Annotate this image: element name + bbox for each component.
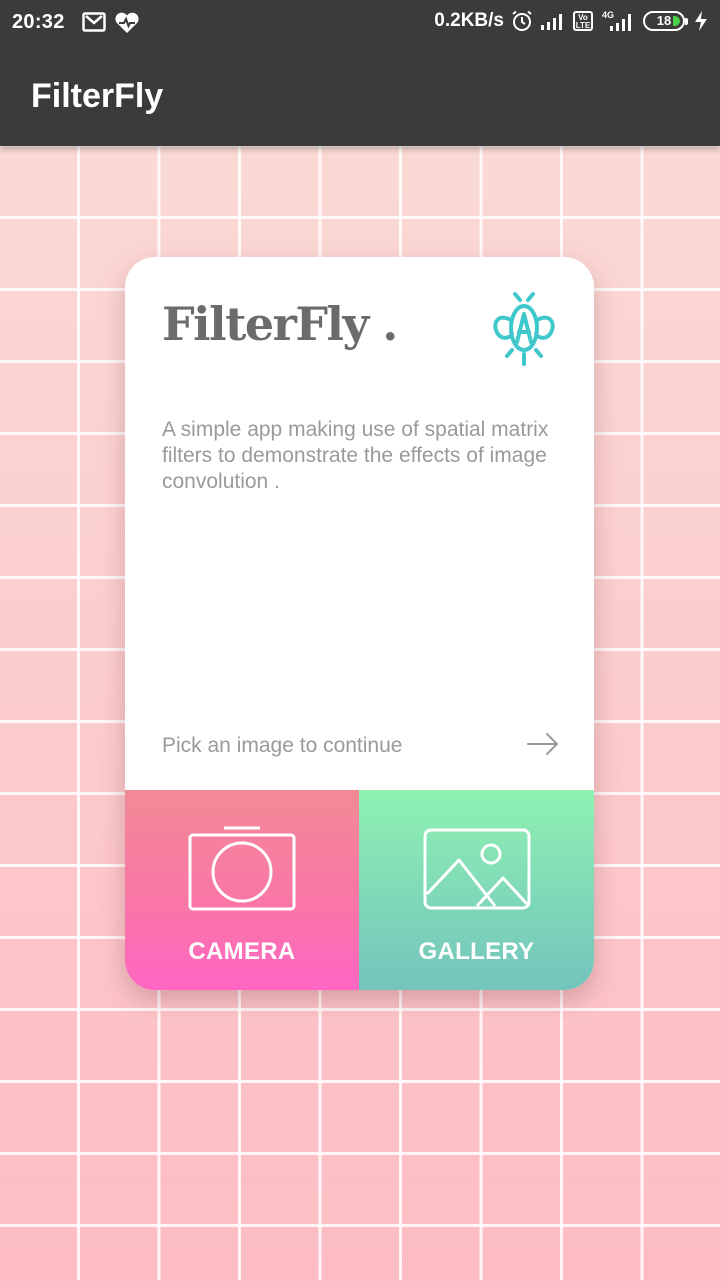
volte-icon: Vo LTE — [573, 11, 593, 31]
signal-icon — [541, 14, 562, 30]
intro-card: FilterFly . A simple app making use of s… — [125, 257, 594, 990]
status-right: 0.2KB/s Vo LTE 4G 18 — [434, 10, 710, 32]
health-icon — [115, 12, 139, 33]
brand-title: FilterFly . — [162, 297, 398, 351]
app-bar: FilterFly — [0, 46, 720, 146]
gmail-icon — [82, 12, 106, 32]
app-title: FilterFly — [31, 77, 164, 115]
screen: 20:32 0.2KB/s Vo LTE 4G 18 FilterFly Fil… — [0, 0, 720, 1280]
net-speed: 0.2KB/s — [434, 10, 504, 31]
network-type-label: 4G — [602, 10, 614, 20]
status-notification-icons — [82, 12, 140, 34]
app-description: A simple app making use of spatial matri… — [162, 418, 549, 493]
alarm-icon — [512, 10, 532, 31]
charging-icon — [695, 11, 707, 31]
pick-image-row[interactable]: Pick an image to continue — [162, 731, 560, 761]
camera-label: CAMERA — [188, 938, 296, 965]
camera-icon — [188, 826, 296, 911]
gallery-label: GALLERY — [418, 938, 535, 965]
pick-image-prompt: Pick an image to continue — [162, 734, 403, 757]
image-icon — [423, 828, 531, 910]
camera-button[interactable]: CAMERA — [125, 790, 359, 990]
signal-4g-icon: 4G — [602, 10, 631, 31]
battery-level: 18 — [656, 13, 672, 28]
firefly-icon — [493, 292, 555, 366]
battery-icon: 18 — [643, 11, 688, 31]
status-time: 20:32 — [12, 11, 65, 33]
status-bar: 20:32 0.2KB/s Vo LTE 4G 18 — [0, 0, 720, 46]
gallery-button[interactable]: GALLERY — [359, 790, 594, 990]
arrow-right-icon[interactable] — [526, 731, 560, 757]
